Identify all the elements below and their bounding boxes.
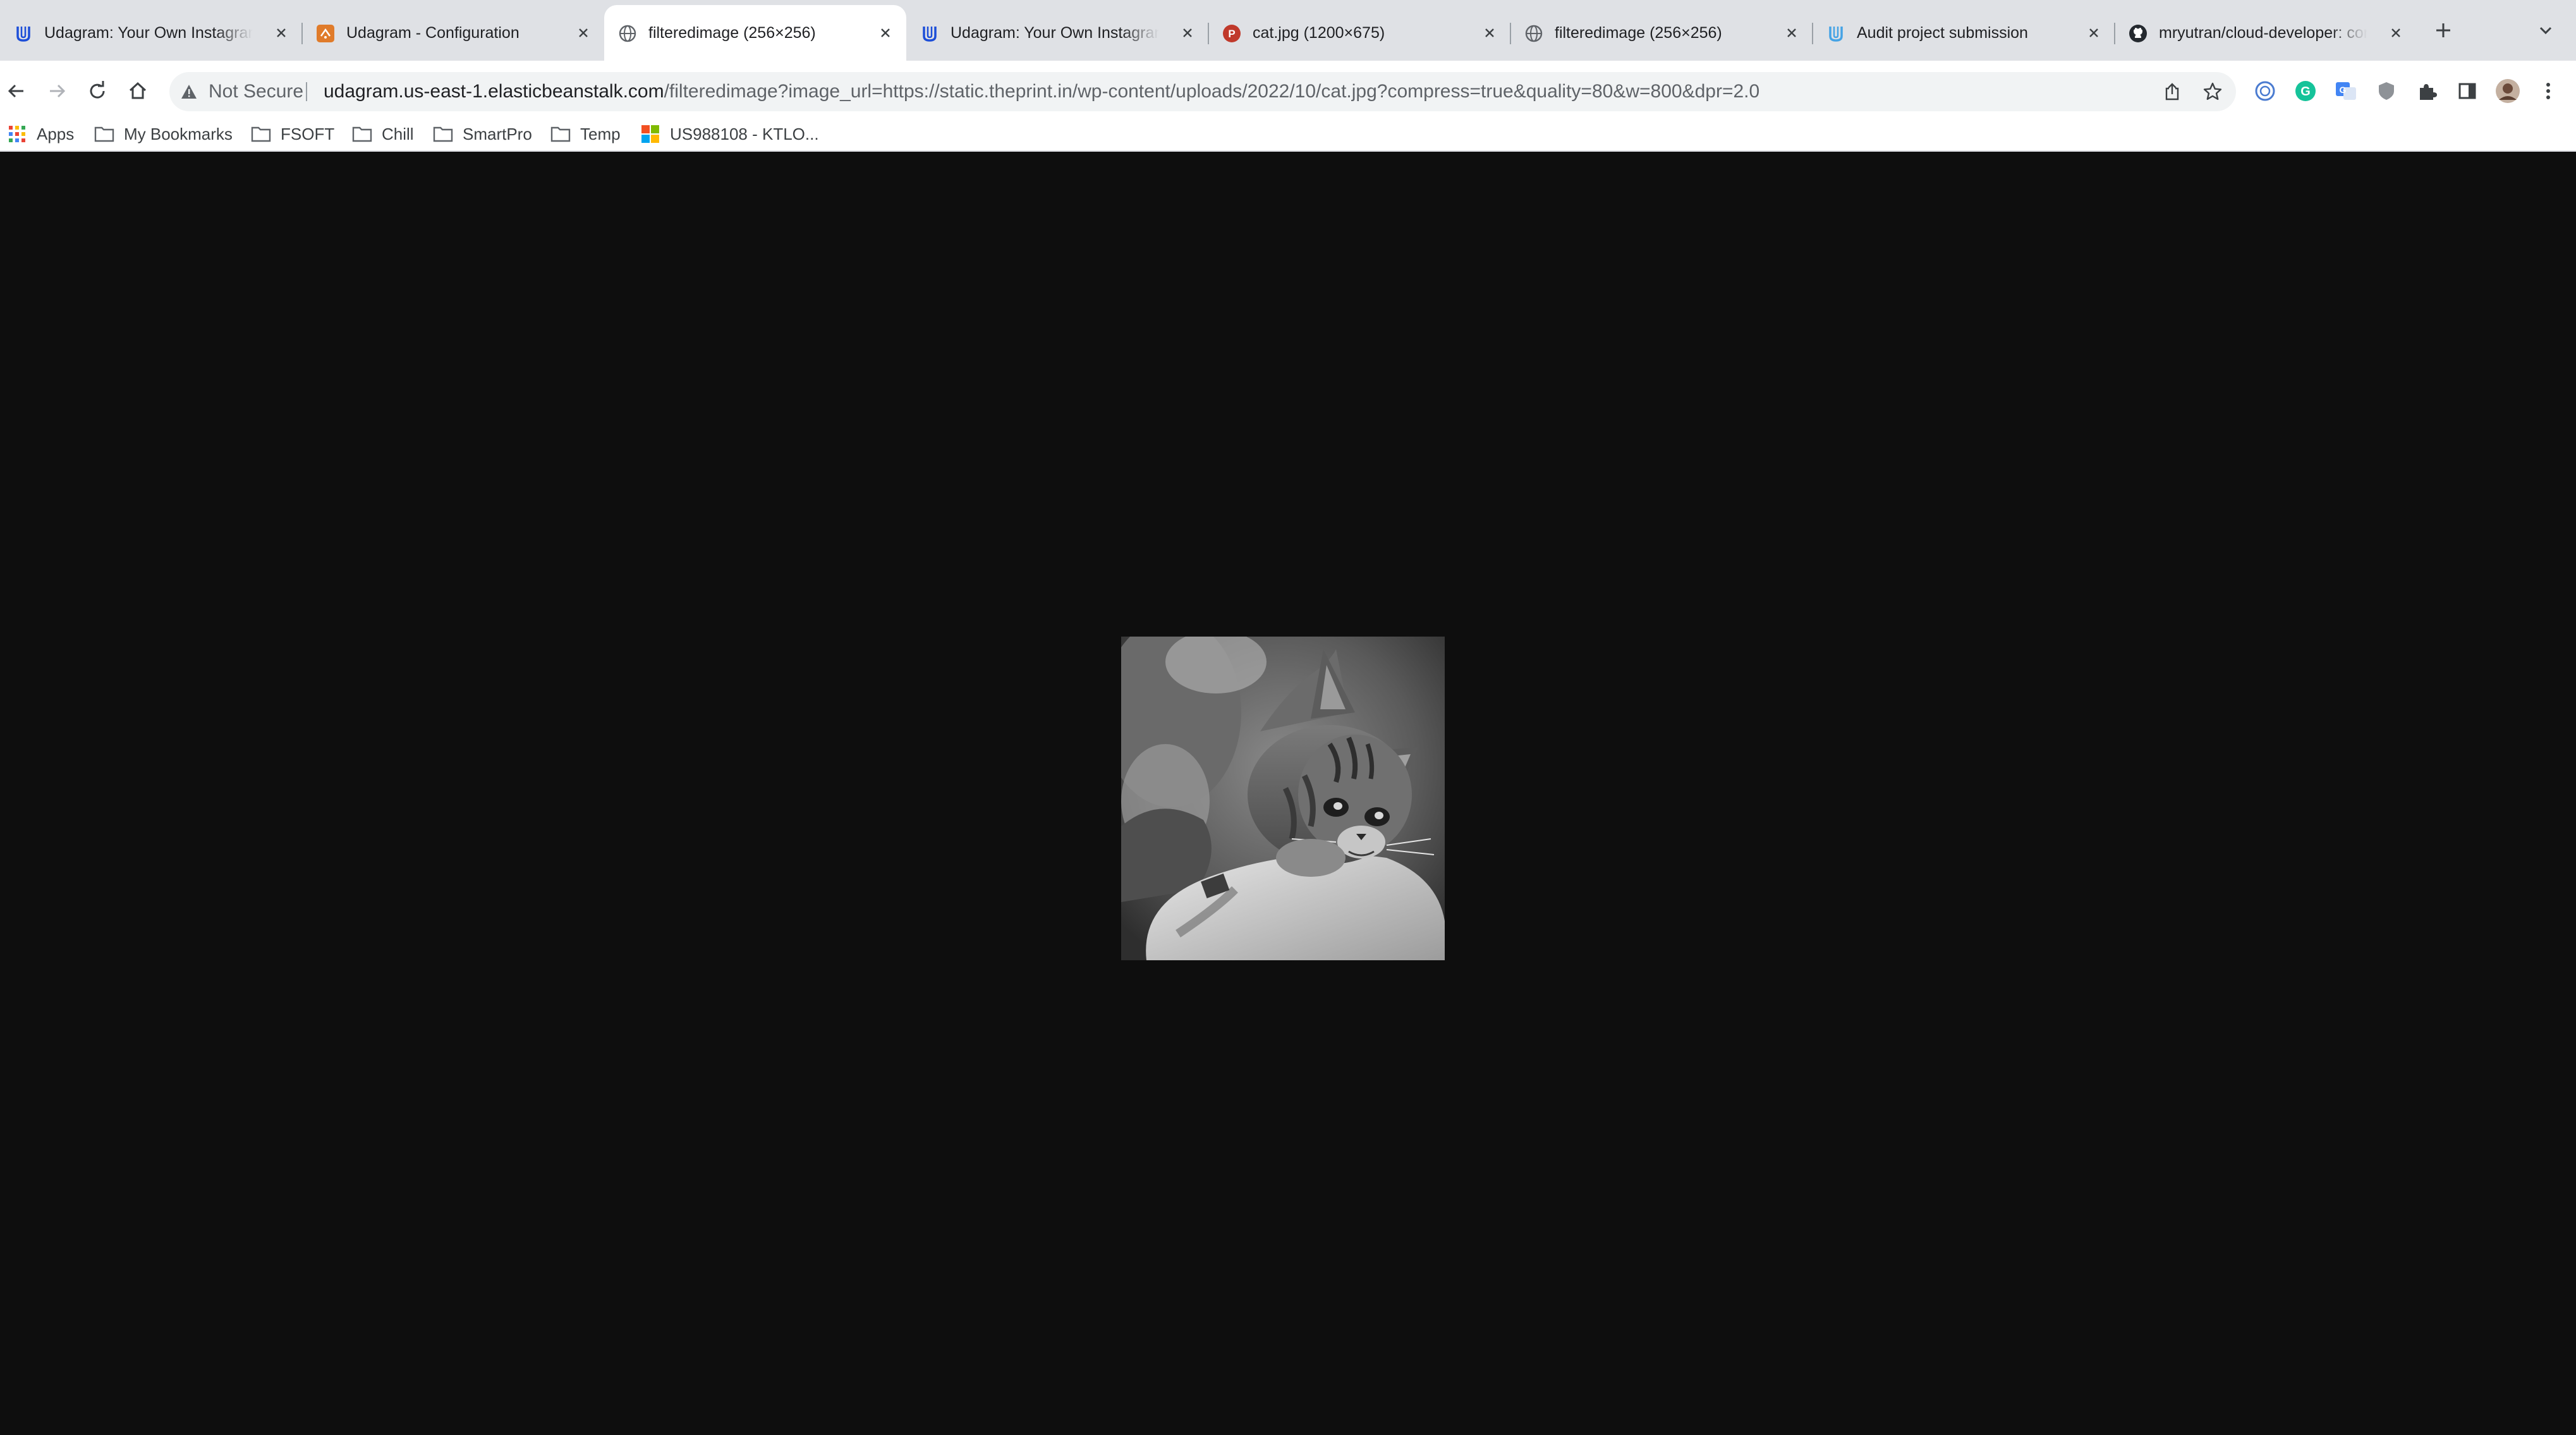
home-icon[interactable]	[121, 75, 154, 107]
globe-icon	[618, 24, 637, 43]
bookmark-label: My Bookmarks	[124, 124, 233, 144]
tab-udagram-1[interactable]: Udagram: Your Own Instagram	[0, 5, 303, 61]
tab-title: Udagram - Configuration	[346, 24, 519, 42]
tab-github[interactable]: mryutran/cloud-developer: cor	[2115, 5, 2417, 61]
microsoft-icon	[640, 123, 661, 145]
svg-text:G: G	[2300, 85, 2311, 99]
kebab-menu-icon[interactable]	[2536, 78, 2561, 104]
folder-icon	[250, 123, 272, 145]
folder-icon	[432, 123, 454, 145]
bookmark-chill[interactable]: Chill	[351, 116, 414, 152]
bookmark-label: US988108 - KTLO...	[670, 124, 819, 144]
bookmark-label: SmartPro	[463, 124, 532, 144]
bookmark-smartpro[interactable]: SmartPro	[432, 116, 532, 152]
warning-triangle-icon[interactable]	[179, 82, 198, 101]
close-icon[interactable]	[273, 25, 289, 41]
udacity-icon	[920, 24, 939, 43]
aws-icon	[316, 24, 335, 43]
bookmark-label: Apps	[37, 124, 75, 144]
close-icon[interactable]	[2086, 25, 2102, 41]
p-badge-icon: P	[1222, 24, 1241, 43]
url-host: udagram.us-east-1.elasticbeanstalk.com	[324, 81, 664, 102]
udacity-icon	[1826, 24, 1845, 43]
browser-toolbar: Not Secure udagram.us-east-1.elasticbean…	[0, 61, 2576, 152]
bookmark-temp[interactable]: Temp	[550, 116, 621, 152]
new-tab-plus-icon[interactable]	[2431, 18, 2456, 43]
bookmark-label: FSOFT	[281, 124, 335, 144]
tab-title: cat.jpg (1200×675)	[1253, 24, 1385, 42]
tab-title: mryutran/cloud-developer: cor	[2159, 24, 2367, 42]
profile-avatar[interactable]	[2495, 78, 2520, 104]
url-path: /filteredimage?image_url=https://static.…	[664, 81, 1760, 102]
globe-icon	[1524, 24, 1543, 43]
address-bar[interactable]: Not Secure udagram.us-east-1.elasticbean…	[169, 72, 2236, 111]
folder-icon	[94, 123, 115, 145]
url-text[interactable]: udagram.us-east-1.elasticbeanstalk.com/f…	[324, 72, 1759, 111]
security-status-label[interactable]: Not Secure	[209, 72, 303, 111]
close-icon[interactable]	[1179, 25, 1196, 41]
tab-title: Udagram: Your Own Instagram	[951, 24, 1159, 42]
tab-title: Udagram: Your Own Instagram	[44, 24, 253, 42]
forward-arrow-icon[interactable]	[40, 75, 73, 107]
side-panel-icon[interactable]	[2455, 78, 2480, 104]
bookmark-apps[interactable]: Apps	[6, 116, 74, 152]
share-icon[interactable]	[2161, 81, 2183, 102]
svg-text:G: G	[2340, 85, 2347, 95]
bookmark-fsoft[interactable]: FSOFT	[250, 116, 334, 152]
tab-filteredimage-2[interactable]: filteredimage (256×256)	[1510, 5, 1813, 61]
tab-filteredimage-active[interactable]: filteredimage (256×256)	[604, 5, 906, 61]
grammarly-icon[interactable]: G	[2293, 78, 2318, 104]
tab-title: Audit project submission	[1857, 24, 2028, 42]
close-icon[interactable]	[877, 25, 894, 41]
tab-title: filteredimage (256×256)	[648, 24, 816, 42]
reload-icon[interactable]	[81, 75, 114, 107]
bookmarks-bar: Apps My Bookmarks FSOFT Chill SmartPro T…	[0, 116, 2576, 152]
tab-strip: Udagram: Your Own Instagram Udagram - Co…	[0, 0, 2576, 61]
bookmark-star-icon[interactable]	[2202, 81, 2223, 102]
github-icon	[2129, 24, 2148, 43]
filtered-cat-image	[1121, 637, 1445, 960]
udacity-icon	[14, 24, 33, 43]
tab-udagram-configuration[interactable]: Udagram - Configuration	[302, 5, 604, 61]
extension-circle-icon[interactable]	[2252, 78, 2278, 104]
svg-text:P: P	[1228, 28, 1235, 40]
back-arrow-icon[interactable]	[0, 75, 33, 107]
close-icon[interactable]	[1783, 25, 1800, 41]
bookmark-us988108[interactable]: US988108 - KTLO...	[640, 116, 819, 152]
tab-cat-jpg[interactable]: P cat.jpg (1200×675)	[1208, 5, 1511, 61]
tab-audit-project[interactable]: Audit project submission	[1813, 5, 2115, 61]
apps-grid-icon	[6, 123, 28, 145]
chevron-down-icon[interactable]	[2534, 19, 2557, 42]
bookmark-label: Temp	[580, 124, 621, 144]
bookmark-my-bookmarks[interactable]: My Bookmarks	[94, 116, 233, 152]
close-icon[interactable]	[1481, 25, 1498, 41]
google-translate-icon[interactable]: G	[2333, 78, 2359, 104]
folder-icon	[351, 123, 373, 145]
tab-title: filteredimage (256×256)	[1555, 24, 1722, 42]
shield-icon[interactable]	[2374, 78, 2399, 104]
bookmark-label: Chill	[382, 124, 414, 144]
close-icon[interactable]	[575, 25, 592, 41]
close-icon[interactable]	[2388, 25, 2404, 41]
tab-udagram-2[interactable]: Udagram: Your Own Instagram	[906, 5, 1209, 61]
folder-icon	[550, 123, 571, 145]
puzzle-extensions-icon[interactable]	[2414, 78, 2439, 104]
